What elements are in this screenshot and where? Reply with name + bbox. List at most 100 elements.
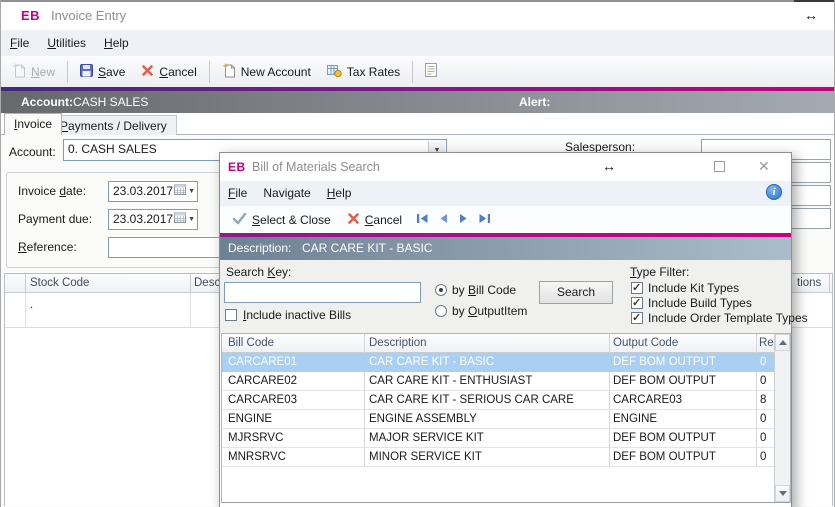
notes-document-icon [425,63,437,80]
nav-next-button[interactable] [458,213,469,227]
dialog-menu-file[interactable]: File [220,181,255,206]
reference-label: Reference: [18,240,77,254]
dialog-logo: EB [228,160,246,174]
include-inactive-label: Include inactive Bills [243,308,351,322]
by-outputitem-label: by OutputItem [452,304,527,318]
dialog-toolbar: Select & Close Cancel [220,206,791,233]
new-button[interactable]: New [4,60,63,84]
include-kit-types-label: Include Kit Types [648,281,739,295]
account-bar-label: Account: [21,95,73,109]
result-row[interactable]: CARCARE03 CAR CARE KIT - SERIOUS CAR CAR… [222,391,774,410]
dialog-menu-bar: File Navigate Help [220,181,791,206]
by-bill-code-radio[interactable] [435,284,447,296]
search-key-input[interactable] [224,282,421,303]
toolbar-separator [67,61,68,83]
result-row[interactable]: ENGINE ENGINE ASSEMBLY ENGINE 0 [222,410,774,429]
tax-rates-icon [327,64,342,80]
close-button[interactable]: ✕ [758,159,770,173]
notes-button[interactable] [417,60,445,84]
stock-code-cell[interactable]: . [30,299,33,311]
title-bar: EB Invoice Entry ↔ [1,2,834,30]
search-button[interactable]: Search [539,281,613,304]
dialog-cancel-button[interactable]: Cancel [339,208,410,232]
description-bar-label: Description: [228,241,291,255]
tab-strip: Invoice Payments / Delivery [1,113,834,135]
column-stock-code[interactable]: Stock Code [30,277,89,289]
scroll-up-button[interactable] [775,334,790,351]
result-row[interactable]: MNRSRVC MINOR SERVICE KIT DEF BOM OUTPUT… [222,448,774,467]
description-bar: Description: CAR CARE KIT - BASIC [220,237,791,260]
select-and-close-button[interactable]: Select & Close [224,208,339,232]
chevron-down-icon[interactable]: ▼ [188,188,195,195]
scroll-down-icon [779,491,787,496]
app-logo: EB [21,8,40,23]
scroll-up-icon [779,340,787,345]
info-icon[interactable]: i [766,184,782,200]
save-button[interactable]: Save [72,60,133,84]
window-title: Invoice Entry [51,8,126,23]
results-rows: CARCARE01 CAR CARE KIT - BASIC DEF BOM O… [222,353,774,467]
search-key-label: Search Key: [226,265,291,279]
include-order-template-types-checkbox[interactable] [631,312,643,324]
scroll-down-button[interactable] [775,485,790,502]
column-bill-code[interactable]: Bill Code [228,337,274,349]
main-toolbar: New Save Cancel New Account Tax Rates [1,56,834,87]
type-filter-label: Type Filter: [630,265,689,279]
payment-due-picker[interactable]: 23.03.2017 ▼ [108,209,198,230]
column-options-partial[interactable]: tions [797,277,821,289]
new-document-icon [12,63,26,81]
menu-bar: File Utilities Help [1,30,834,56]
nav-previous-button[interactable] [438,213,449,227]
cancel-button[interactable]: Cancel [133,60,204,84]
column-repo[interactable]: Repo [759,337,774,349]
dialog-title-bar: EB Bill of Materials Search ↔ ✕ [220,153,791,181]
invoice-entry-window: EB Invoice Entry ↔ File Utilities Help N… [0,0,835,507]
description-bar-value: CAR CARE KIT - BASIC [302,241,432,255]
column-output-code[interactable]: Output Code [613,337,678,349]
resize-arrows-icon[interactable]: ↔ [804,7,818,23]
result-row[interactable]: MJRSRVC MAJOR SERVICE KIT DEF BOM OUTPUT… [222,429,774,448]
result-row[interactable]: CARCARE02 CAR CARE KIT - ENTHUSIAST DEF … [222,372,774,391]
resize-arrows-icon[interactable]: ↔ [602,158,616,174]
include-order-template-types-label: Include Order Template Types [648,311,808,325]
tax-rates-button[interactable]: Tax Rates [319,60,408,84]
tab-payments-delivery[interactable]: Payments / Delivery [50,115,177,135]
menu-help[interactable]: Help [95,30,138,56]
search-panel: Search Key: Include inactive Bills by Bi… [220,260,791,333]
chevron-down-icon[interactable]: ▼ [188,216,195,223]
new-account-button[interactable]: New Account [214,60,319,84]
maximize-icon [714,161,725,172]
results-header: Bill Code Description Output Code Repo [222,334,790,353]
alert-label: Alert: [519,95,550,109]
invoice-date-label: Invoice date: [18,184,86,198]
maximize-button[interactable] [714,161,725,172]
by-outputitem-radio[interactable] [435,305,447,317]
dialog-title: Bill of Materials Search [252,160,380,174]
include-inactive-checkbox[interactable] [225,309,237,321]
column-description[interactable]: Desc [194,277,220,289]
account-bar-value: CASH SALES [73,95,148,109]
calendar-icon[interactable] [174,184,186,198]
cancel-x-icon [141,64,154,80]
cancel-x-icon [347,212,360,228]
menu-utilities[interactable]: Utilities [38,30,95,56]
dialog-menu-navigate[interactable]: Navigate [255,181,318,206]
calendar-icon[interactable] [174,212,186,226]
result-row-selected[interactable]: CARCARE01 CAR CARE KIT - BASIC DEF BOM O… [222,353,774,372]
column-description[interactable]: Description [369,337,427,349]
menu-file[interactable]: File [1,30,38,56]
nav-first-button[interactable] [416,213,429,227]
save-floppy-icon [80,64,93,80]
nav-last-button[interactable] [478,213,491,227]
dialog-menu-help[interactable]: Help [319,181,360,206]
toolbar-separator [209,61,210,83]
invoice-date-picker[interactable]: 23.03.2017 ▼ [108,181,198,202]
results-scrollbar[interactable] [774,334,790,502]
account-field-label: Account: [9,145,56,159]
new-account-icon [222,63,236,81]
include-build-types-checkbox[interactable] [631,297,643,309]
include-kit-types-checkbox[interactable] [631,282,643,294]
results-table: Bill Code Description Output Code Repo C… [221,333,791,503]
tab-invoice[interactable]: Invoice [4,113,62,135]
payment-due-label: Payment due: [18,212,92,226]
